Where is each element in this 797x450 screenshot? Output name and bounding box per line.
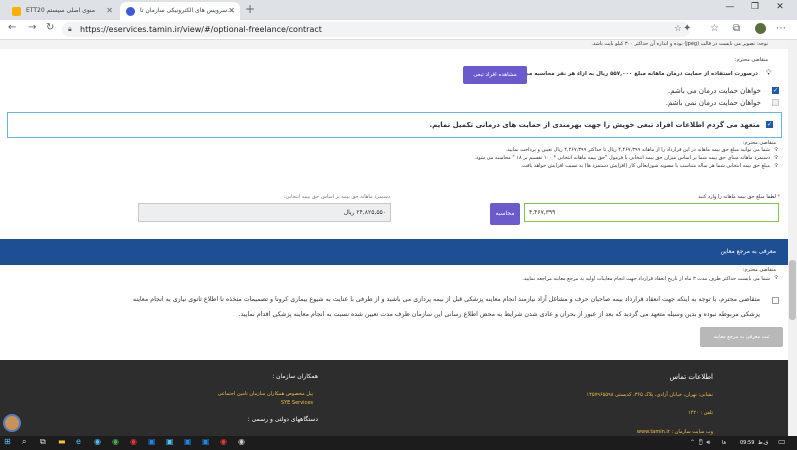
amount-input[interactable]: ۴,۴۶۷,۳۹۹: [524, 203, 779, 222]
partners-title: همکاران سازمان :: [272, 373, 318, 380]
notification-icon[interactable]: ▭: [778, 437, 786, 446]
page-scrollbar[interactable]: [788, 40, 797, 436]
bookmark-star-icon[interactable]: ☆: [674, 22, 682, 37]
chat-avatar[interactable]: [3, 414, 21, 432]
info-line: دستمزد ماهانه مبنای حق بیمه شما بر اساس …: [474, 155, 770, 161]
tab-favicon-icon: [12, 7, 21, 16]
commitment-checkbox[interactable]: ✓: [766, 121, 773, 128]
forward-icon[interactable]: →: [28, 22, 36, 33]
page-footer: [0, 360, 788, 436]
applicant-label: متقاضی محترم:: [742, 267, 776, 273]
not-want-support-checkbox[interactable]: [772, 99, 779, 106]
amount-label: لطفا مبلغ حق بیمه ماهانه را وارد کنید: [698, 194, 776, 200]
view-dependents-button[interactable]: مشاهده افراد تبعی: [463, 66, 527, 84]
info-line: شما می توانید مبلغ حق بیمه ماهانه در این…: [505, 147, 770, 153]
want-support-checkbox[interactable]: ✓: [772, 87, 779, 94]
clock-time[interactable]: 09:59: [740, 440, 754, 446]
app-icon[interactable]: ▣: [166, 437, 174, 446]
want-support-label: خواهان حمایت درمان می باشم.: [667, 87, 761, 95]
app-icon[interactable]: ▣: [148, 437, 156, 446]
start-icon[interactable]: ⊞: [4, 437, 11, 446]
close-tab-icon[interactable]: ✕: [106, 2, 113, 20]
chrome-icon[interactable]: ◉: [112, 437, 119, 446]
page-content: توجه: تصویر می بایست در قالب (jpeg) بوده…: [0, 40, 788, 436]
minimize-icon[interactable]: —: [720, 2, 740, 12]
favorites-icon[interactable]: ☆: [710, 23, 719, 34]
calculate-button[interactable]: محاسبه: [490, 203, 520, 225]
clock-suffix: ق.ظ: [758, 440, 769, 446]
referral-info: شما می بایست حداکثر ظرف مدت ۳ ماه از تار…: [522, 276, 770, 282]
app-icon[interactable]: ◉: [220, 437, 227, 446]
support-info: درصورت استفاده از حمایت درمان ماهانه مبل…: [507, 71, 758, 77]
tab-title: سرویس های الکترونیکی سازمان تا...: [140, 7, 233, 14]
close-tab-icon[interactable]: ✕: [228, 2, 235, 20]
partner-link[interactable]: پیل مخصوص همکاران سازمان تامین اجتماعی: [218, 391, 313, 397]
applicant-label: متقاضی محترم:: [742, 140, 776, 146]
app-icon[interactable]: ◉: [130, 437, 137, 446]
more-menu-icon[interactable]: ⋯: [776, 23, 786, 34]
lightbulb-icon: 💡︎ 💡︎ 💡︎: [774, 147, 778, 169]
top-note: توجه: تصویر می بایست در قالب (jpeg) بوده…: [591, 41, 768, 47]
edge-icon[interactable]: e: [76, 437, 81, 446]
app-icon[interactable]: ▣: [202, 437, 210, 446]
applicant-label: متقاضی محترم:: [734, 57, 768, 63]
app-icon[interactable]: ◉: [238, 437, 245, 446]
lightbulb-icon: 💡︎: [774, 275, 778, 281]
back-icon[interactable]: ←: [8, 22, 16, 33]
referral-submit-button[interactable]: ثبت معرفی به مرجع معاینه: [700, 327, 783, 347]
new-tab-icon[interactable]: +: [245, 2, 255, 16]
contact-title: اطلاعات تماس: [669, 373, 714, 381]
tray-icons[interactable]: ⌃ 🔋︎ 🔊︎: [690, 439, 710, 447]
section-header: معرفی به مرجع معاین: [0, 239, 788, 265]
close-window-icon[interactable]: ✕: [770, 2, 790, 12]
referral-checkbox[interactable]: [772, 297, 779, 304]
reload-icon[interactable]: ↻: [46, 22, 54, 33]
commitment-label: متعهد می گردم اطلاعات افراد تبعی خویش را…: [429, 121, 761, 129]
edge-browser-icon[interactable]: ◉: [94, 437, 101, 446]
url-text: https://eservices.tamin.ir/view/#/option…: [80, 25, 322, 34]
required-star: *: [777, 194, 781, 200]
lock-icon: 🔒︎: [68, 25, 72, 33]
input-language[interactable]: فا: [722, 440, 726, 446]
file-explorer-icon[interactable]: ▬: [58, 437, 66, 446]
lightbulb-icon: 💡︎: [766, 69, 771, 77]
wage-label: دستمزد ماهانه حق بیمه بر اساس حق بیمه ان…: [283, 194, 390, 200]
windows-taskbar: [0, 436, 797, 450]
task-view-icon[interactable]: ⧉: [40, 437, 46, 447]
browser-tab-2[interactable]: سرویس های الکترونیکی سازمان تا... ✕: [120, 2, 240, 20]
tab-favicon-icon: [126, 7, 135, 16]
partner-link[interactable]: SYE Services: [281, 400, 313, 406]
contact-website[interactable]: وب سایت سازمان : www.tamin.ir: [637, 429, 713, 435]
browser-tab-1[interactable]: ETT20 منوی اصلی سیستم ✕: [6, 2, 118, 20]
search-icon[interactable]: ⌕: [22, 437, 26, 447]
referral-text-1: متقاضی محترم، با توجه به اینکه جهت انعقا…: [132, 296, 760, 303]
extension-icon[interactable]: ✦: [683, 23, 691, 34]
maximize-icon[interactable]: ❐: [745, 2, 765, 12]
gov-title: دستگاههای دولتی و رسمی :: [247, 416, 318, 423]
tab-title: ETT20 منوی اصلی سیستم: [26, 7, 95, 14]
referral-text-2: پزشکی مربوطه نبوده و بدین وسیله متعهد می…: [238, 311, 760, 318]
contact-phone: تلفن : ۱۴۲۰: [688, 410, 713, 416]
info-line: مبلغ حق بیمه انتخابی شما هر ساله متناسب …: [520, 163, 771, 169]
collections-icon[interactable]: ⧉: [733, 23, 740, 34]
app-icon[interactable]: ▣: [184, 437, 192, 446]
scrollbar-thumb[interactable]: [789, 260, 796, 320]
wage-output: ۲۴,۸۲۵,۵۵۰ ریال: [138, 203, 391, 222]
address-bar[interactable]: 🔒︎ https://eservices.tamin.ir/view/#/opt…: [62, 22, 690, 37]
profile-avatar[interactable]: [755, 23, 766, 34]
contact-address: نشانی: تهران، خیابان آزادی، پلاک ۳۶۵، کد…: [586, 392, 713, 398]
not-want-support-label: خواهان حمایت درمان نمی باشم.: [665, 99, 761, 107]
